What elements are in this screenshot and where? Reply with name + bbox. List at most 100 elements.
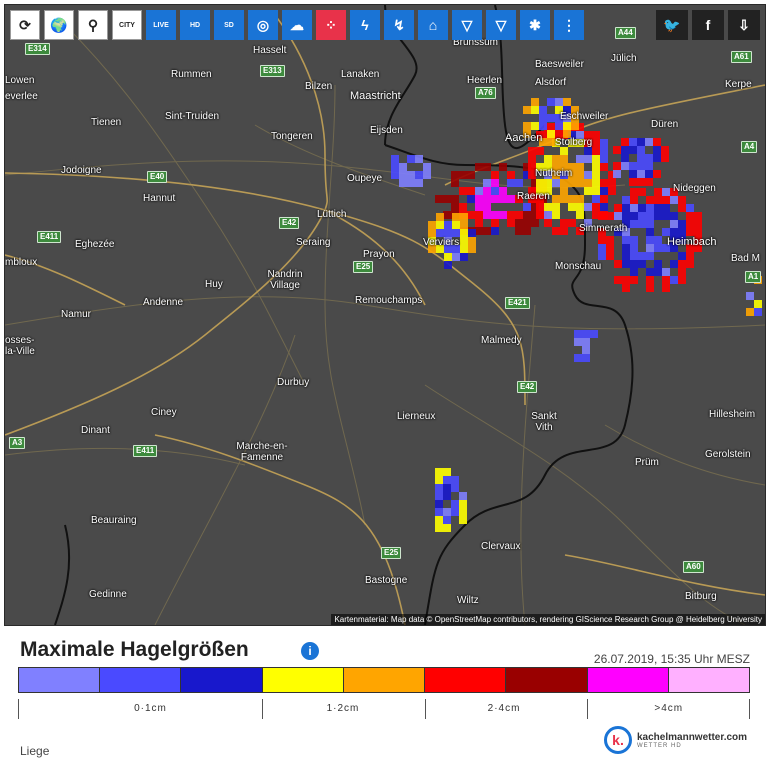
place-label: Lowen (5, 75, 35, 86)
radar-cell (582, 330, 590, 338)
satellite-button[interactable]: ✱ (520, 10, 550, 40)
radar-cell (443, 516, 451, 524)
radar-cell (568, 195, 576, 203)
radar-cell (468, 229, 476, 237)
radar-cell (592, 163, 600, 171)
radar-cell (622, 260, 630, 268)
radar-cell (582, 338, 590, 346)
place-label: Sankt Vith (531, 411, 557, 433)
place-label: Sint-Truiden (165, 111, 220, 122)
radar-cell (608, 187, 616, 195)
download-button[interactable]: ⇩ (728, 10, 760, 40)
radar-cell (571, 122, 579, 130)
map-view[interactable]: Hasselt Rummen Bilzen Lanaken Maastricht Heer… (4, 4, 766, 626)
radar-cell (622, 244, 630, 252)
cloud-rain-button[interactable]: ☁ (282, 10, 312, 40)
zoom-button[interactable]: ⚲ (78, 10, 108, 40)
place-label: Lüttich (317, 209, 347, 220)
radar-cell (515, 211, 523, 219)
radar-cell (576, 155, 584, 163)
radar-cell (459, 187, 467, 195)
twitter-button[interactable]: 🐦 (656, 10, 688, 40)
legend-label: 1·2cm (326, 703, 360, 714)
radar-cell (629, 162, 637, 170)
place-label: everlee (5, 91, 38, 102)
radar-cell (468, 237, 476, 245)
tornado-button[interactable]: ▽ (452, 10, 482, 40)
radar-cell (670, 228, 678, 236)
radar-cell (531, 219, 539, 227)
radar-cell (637, 146, 645, 154)
radar-cell (662, 268, 670, 276)
radar-cell (576, 171, 584, 179)
place-label: Eghezée (75, 239, 115, 250)
hd-button[interactable]: HD (180, 10, 210, 40)
radar-cell (630, 244, 638, 252)
storm-cell-button[interactable]: ⌂ (418, 10, 448, 40)
road-shield: E411 (37, 231, 62, 243)
radar-cell (613, 162, 621, 170)
radar-cell (444, 229, 452, 237)
lightning-icon: ϟ (361, 17, 369, 33)
radar-cell (686, 228, 694, 236)
radar-cell (435, 516, 443, 524)
radar-cell (600, 147, 608, 155)
radar-cell (576, 195, 584, 203)
radar-button[interactable]: ◎ (248, 10, 278, 40)
radar-cell (435, 484, 443, 492)
brand-logo-link[interactable]: k. kachelmannwetter.com WETTER HD (604, 726, 747, 754)
radar-cell (622, 252, 630, 260)
place-label: Nideggen (673, 183, 716, 194)
radar-cell (491, 187, 499, 195)
radar-cell (592, 179, 600, 187)
radar-cell (460, 213, 468, 221)
refresh-button[interactable]: ⟳ (10, 10, 40, 40)
radar-cell (563, 122, 571, 130)
radar-cell (613, 170, 621, 178)
radar-cell (523, 219, 531, 227)
radar-cell (592, 155, 600, 163)
globe-button[interactable]: 🌍 (44, 10, 74, 40)
city-button[interactable]: CITY (112, 10, 142, 40)
radar-cell (560, 155, 568, 163)
lightning-button[interactable]: ϟ (350, 10, 380, 40)
radar-cell (638, 204, 646, 212)
info-icon[interactable]: i (301, 642, 319, 660)
radar-cell (423, 171, 431, 179)
radar-cell (637, 138, 645, 146)
hail-button[interactable]: ⁘ (316, 10, 346, 40)
radar-cell (598, 252, 606, 260)
lightning-track-button[interactable]: ↯ (384, 10, 414, 40)
radar-cell (443, 468, 451, 476)
stations-button[interactable]: ⋮ (554, 10, 584, 40)
radar-cell (638, 260, 646, 268)
radar-cell (435, 195, 443, 203)
legend-tick (262, 699, 263, 719)
radar-cell (547, 114, 555, 122)
radar-cell (459, 203, 467, 211)
map-toolbar: ⟳ 🌍 ⚲ CITY LIVE HD SD ◎ ☁ ⁘ ϟ ↯ ⌂ ▽ ▽ ✱ ⋮ (10, 10, 584, 40)
radar-cell (459, 171, 467, 179)
radar-cell (459, 516, 467, 524)
tornado2-button[interactable]: ▽ (486, 10, 516, 40)
radar-cell (436, 229, 444, 237)
radar-cell (754, 308, 762, 316)
place-label: Raeren (517, 191, 550, 202)
place-label: Andenne (143, 297, 184, 308)
storm-cell-icon: ⌂ (428, 17, 438, 33)
hail-icon: ⁘ (325, 17, 337, 33)
road-shield: E42 (517, 381, 538, 393)
radar-cell (483, 179, 491, 187)
radar-cell (662, 212, 670, 220)
facebook-button[interactable]: f (692, 10, 724, 40)
radar-cell (435, 476, 443, 484)
road-shield: E421 (505, 297, 530, 309)
radar-cell (552, 227, 560, 235)
radar-cell (621, 138, 629, 146)
radar-cell (435, 524, 443, 532)
place-label: Bilzen (305, 81, 333, 92)
radar-cell (528, 155, 536, 163)
radar-cell (600, 203, 608, 211)
live-button[interactable]: LIVE (146, 10, 176, 40)
sd-button[interactable]: SD (214, 10, 244, 40)
